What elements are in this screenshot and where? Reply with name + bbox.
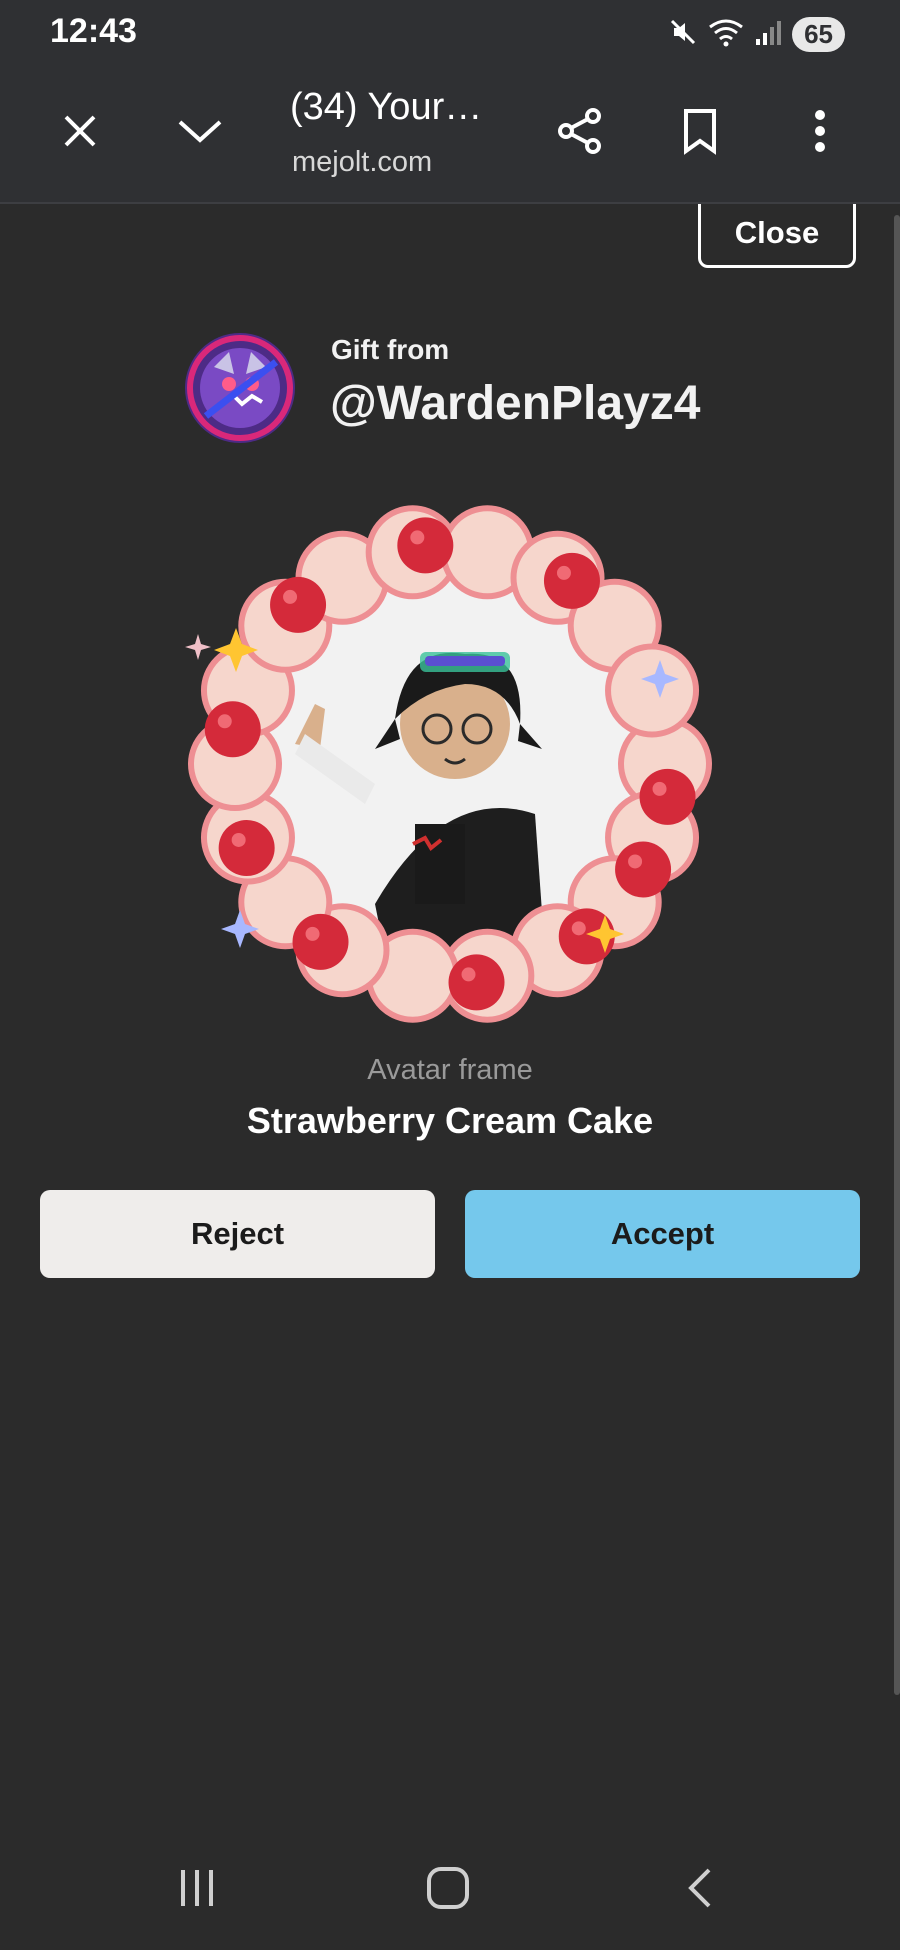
avatar-frame-preview	[175, 484, 725, 1044]
close-icon	[60, 111, 100, 156]
more-menu-button[interactable]	[785, 98, 855, 168]
bookmark-icon	[680, 107, 720, 160]
battery-icon: 65	[792, 16, 845, 52]
accept-button[interactable]: Accept	[465, 1190, 860, 1278]
minimize-button[interactable]	[165, 98, 235, 168]
recent-apps-button[interactable]	[157, 1860, 237, 1920]
page-url[interactable]: mejolt.com	[292, 146, 432, 179]
navigation-bar	[0, 1830, 900, 1950]
gift-dialog: Close Gift from @WardenPlayz4 Avatar fra…	[0, 204, 900, 1830]
clock: 12:43	[50, 12, 137, 50]
close-button[interactable]: Close	[698, 204, 856, 268]
sender-avatar[interactable]	[184, 332, 296, 444]
page-title: (34) Your…	[290, 86, 483, 128]
home-icon	[425, 1865, 471, 1916]
close-tab-button[interactable]	[45, 98, 115, 168]
signal-icon	[754, 17, 782, 52]
wifi-icon	[708, 17, 744, 52]
status-bar: 12:43 65	[0, 0, 900, 68]
gift-from-label: Gift from	[331, 334, 450, 365]
more-vertical-icon	[813, 109, 827, 158]
back-button[interactable]	[660, 1860, 740, 1920]
status-icons: 65	[668, 14, 845, 54]
share-icon	[555, 106, 605, 161]
browser-toolbar: (34) Your… mejolt.com	[0, 68, 900, 204]
mute-icon	[668, 17, 698, 52]
bookmark-button[interactable]	[665, 98, 735, 168]
item-name: Strawberry Cream Cake	[246, 1100, 654, 1141]
recent-apps-icon	[175, 1866, 219, 1915]
item-type-label: Avatar frame	[367, 1054, 533, 1086]
share-button[interactable]	[545, 98, 615, 168]
scrollbar[interactable]	[894, 215, 900, 1695]
sender-username[interactable]: @WardenPlayz4	[330, 376, 700, 431]
back-icon	[685, 1866, 715, 1915]
chevron-down-icon	[176, 116, 224, 151]
home-button[interactable]	[408, 1860, 488, 1920]
reject-button[interactable]: Reject	[40, 1190, 435, 1278]
